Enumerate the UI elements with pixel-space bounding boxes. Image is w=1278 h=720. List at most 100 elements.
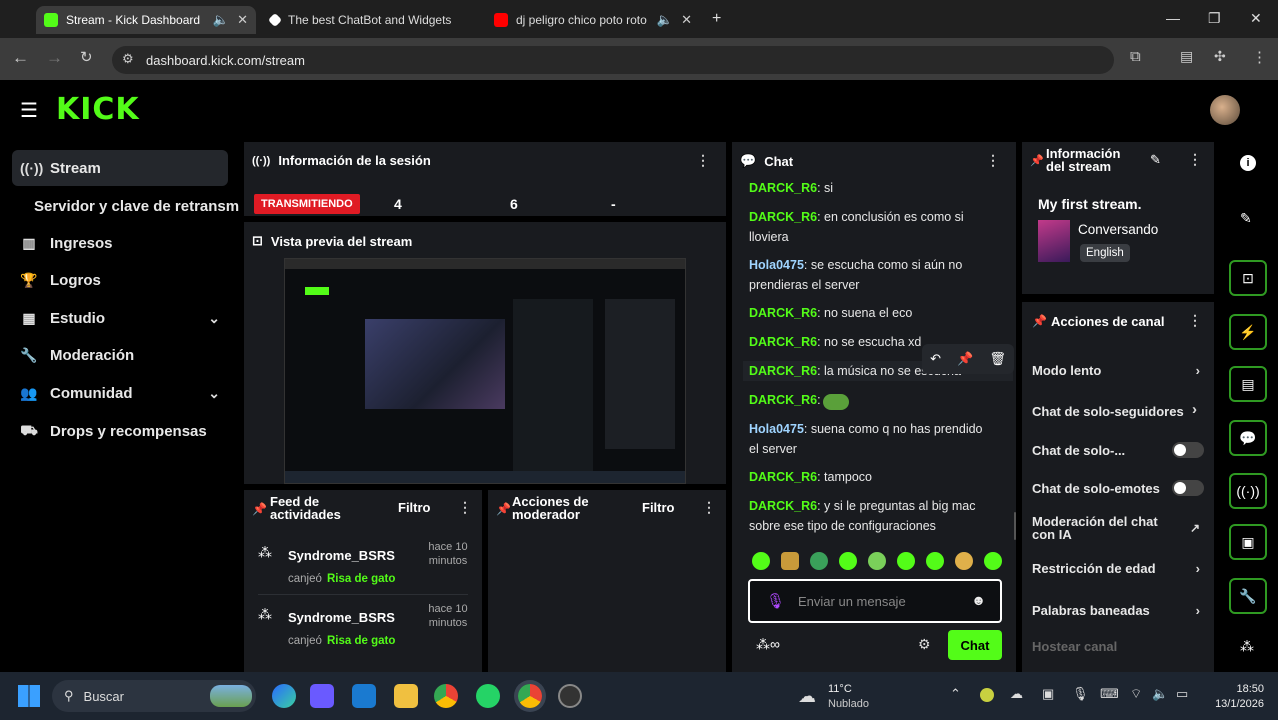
sidebar-item-estudio[interactable]: ▦ Estudio ⌄ [12, 300, 228, 336]
sidebar-item-ingresos[interactable]: ▥ Ingresos [12, 225, 228, 261]
pin-message-icon[interactable]: 📌 [957, 351, 973, 367]
windows-start-icon[interactable] [18, 685, 40, 707]
subscribers-only-row[interactable]: Chat de solo-... [1032, 440, 1210, 460]
whatsapp-icon[interactable] [476, 684, 500, 708]
chevron-down-icon[interactable]: ⌄ [208, 310, 220, 327]
clock-time[interactable]: 18:50 [1206, 683, 1264, 695]
chat-username[interactable]: DARCK_R6 [749, 335, 817, 349]
emotes-only-row[interactable]: Chat de solo-emotes [1032, 478, 1210, 498]
points-icon[interactable]: ⁂∞ [756, 636, 780, 653]
taskbar-search[interactable]: ⚲ Buscar [52, 680, 256, 712]
url-field[interactable]: ⚙ dashboard.kick.com/stream [112, 46, 1114, 74]
host-channel-row[interactable]: Hostear canal [1032, 636, 1210, 656]
sidebar-item-comunidad[interactable]: 👥 Comunidad ⌄ [12, 375, 228, 411]
filter-button[interactable]: Filtro [398, 500, 431, 515]
delete-icon[interactable]: 🗑 [989, 351, 1006, 367]
chat-username[interactable]: DARCK_R6 [749, 210, 817, 224]
emoji-picker-icon[interactable]: ☻ [971, 592, 986, 608]
emote-icon[interactable] [810, 552, 828, 570]
volume-icon[interactable]: 🔈 [1152, 686, 1168, 702]
weather-desc[interactable]: Nublado [828, 698, 869, 710]
subscribers-only-toggle[interactable] [1172, 442, 1204, 458]
more-options-icon[interactable]: ⋮ [696, 152, 710, 169]
back-icon[interactable]: ← [12, 48, 29, 68]
store-icon[interactable] [352, 684, 376, 708]
more-options-icon[interactable]: ⋮ [458, 499, 472, 516]
chat-username[interactable]: DARCK_R6 [749, 470, 817, 484]
ai-moderation-row[interactable]: Moderación del chat con IA ↗ [1032, 514, 1210, 542]
more-options-icon[interactable]: ⋮ [1188, 151, 1202, 168]
tab-chatbot[interactable]: The best ChatBot and Widgets [262, 6, 482, 34]
more-options-icon[interactable]: ⋮ [1188, 312, 1202, 329]
stream-preview-video[interactable] [284, 258, 686, 484]
banned-words-row[interactable]: Palabras baneadas › [1032, 600, 1210, 620]
kick-logo[interactable]: KICK [56, 92, 140, 127]
sidebar-item-stream[interactable]: ((·)) Stream [12, 150, 228, 186]
chat-username[interactable]: DARCK_R6 [749, 499, 817, 513]
minimize-icon[interactable]: — [1166, 10, 1180, 26]
chat-username[interactable]: DARCK_R6 [749, 393, 817, 407]
rail-layout-button[interactable]: ▣ [1229, 524, 1267, 560]
chat-input[interactable]: 🎙 Enviar un mensaje ☻ [748, 579, 1002, 623]
edge-icon[interactable] [272, 684, 296, 708]
teams-icon[interactable] [310, 684, 334, 708]
rail-camera-button[interactable]: ⊡ [1229, 260, 1267, 296]
edit-icon[interactable]: ✎ [1240, 210, 1252, 227]
chat-scrollbar[interactable] [1014, 512, 1016, 540]
microphone-icon[interactable]: 🎙 [766, 592, 785, 610]
user-avatar[interactable] [1210, 95, 1240, 125]
emote-icon[interactable] [781, 552, 799, 570]
chevron-down-icon[interactable]: ⌄ [208, 385, 220, 402]
chat-username[interactable]: Hola0475 [749, 258, 804, 272]
info-icon[interactable]: i [1240, 155, 1256, 171]
more-options-icon[interactable]: ⋮ [702, 499, 716, 516]
emote-icon[interactable] [897, 552, 915, 570]
file-explorer-icon[interactable] [394, 684, 418, 708]
chat-username[interactable]: DARCK_R6 [749, 181, 817, 195]
age-restriction-row[interactable]: Restricción de edad › [1032, 558, 1210, 578]
edit-pencil-icon[interactable]: ✎ [1150, 152, 1161, 168]
rail-tools-button[interactable]: 🔧 [1229, 578, 1267, 614]
chat-username[interactable]: DARCK_R6 [749, 364, 817, 378]
chat-username[interactable]: Hola0475 [749, 422, 804, 436]
emote-icon[interactable] [926, 552, 944, 570]
reload-icon[interactable]: ↻ [80, 48, 93, 66]
site-info-icon[interactable]: ⚙ [122, 51, 134, 67]
tray-mic-icon[interactable]: 🎙 [1072, 686, 1089, 702]
obs-icon[interactable] [558, 684, 582, 708]
category-thumbnail[interactable] [1038, 220, 1070, 262]
slow-mode-row[interactable]: Modo lento › [1032, 360, 1210, 380]
emote-icon[interactable] [868, 552, 886, 570]
close-window-icon[interactable]: ✕ [1250, 10, 1262, 27]
followers-only-row[interactable]: Chat de solo-seguidores [1032, 401, 1200, 421]
points-icon[interactable]: ⁂ [1240, 638, 1254, 655]
rail-notes-button[interactable]: ▤ [1229, 366, 1267, 402]
feed-user[interactable]: Syndrome_BSRS [288, 610, 395, 625]
maximize-icon[interactable]: ❐ [1208, 10, 1221, 27]
forward-icon[interactable]: → [46, 48, 63, 68]
sidebar-item-drops[interactable]: ⛟ Drops y recompensas [12, 413, 228, 449]
tray-screen-icon[interactable]: ▣ [1042, 686, 1054, 702]
hamburger-menu-icon[interactable]: ☰ [20, 98, 38, 123]
clock-date[interactable]: 13/1/2026 [1206, 698, 1264, 710]
sidebar-item-logros[interactable]: 🏆 Logros [12, 262, 228, 298]
chat-settings-icon[interactable]: ⚙ [918, 636, 931, 653]
tab-kick-dashboard[interactable]: Stream - Kick Dashboard 🔈 ✕ [36, 6, 256, 34]
reply-icon[interactable]: ↶ [930, 351, 941, 367]
close-tab-icon[interactable]: ✕ [681, 12, 692, 28]
chrome-icon[interactable] [434, 684, 458, 708]
emote-icon[interactable] [752, 552, 770, 570]
tab-youtube[interactable]: dj peligro chico poto roto - 🔈 ✕ [486, 6, 700, 34]
new-tab-icon[interactable]: + [712, 10, 721, 28]
emote-icon[interactable] [955, 552, 973, 570]
browser-menu-icon[interactable]: ⋮ [1252, 48, 1267, 66]
tray-keyboard-icon[interactable]: ⌨ [1100, 686, 1119, 702]
stream-category[interactable]: Conversando [1078, 222, 1158, 237]
emote-icon[interactable] [839, 552, 857, 570]
tray-chevron-icon[interactable]: ⌃ [950, 686, 961, 702]
rail-lightning-button[interactable]: ⚡ [1229, 314, 1267, 350]
cast-icon[interactable]: ▤ [1180, 48, 1193, 65]
sidebar-item-server-key[interactable]: Servidor y clave de retransm [12, 188, 242, 224]
rail-chat-button[interactable]: 💬 [1229, 420, 1267, 456]
emotes-only-toggle[interactable] [1172, 480, 1204, 496]
